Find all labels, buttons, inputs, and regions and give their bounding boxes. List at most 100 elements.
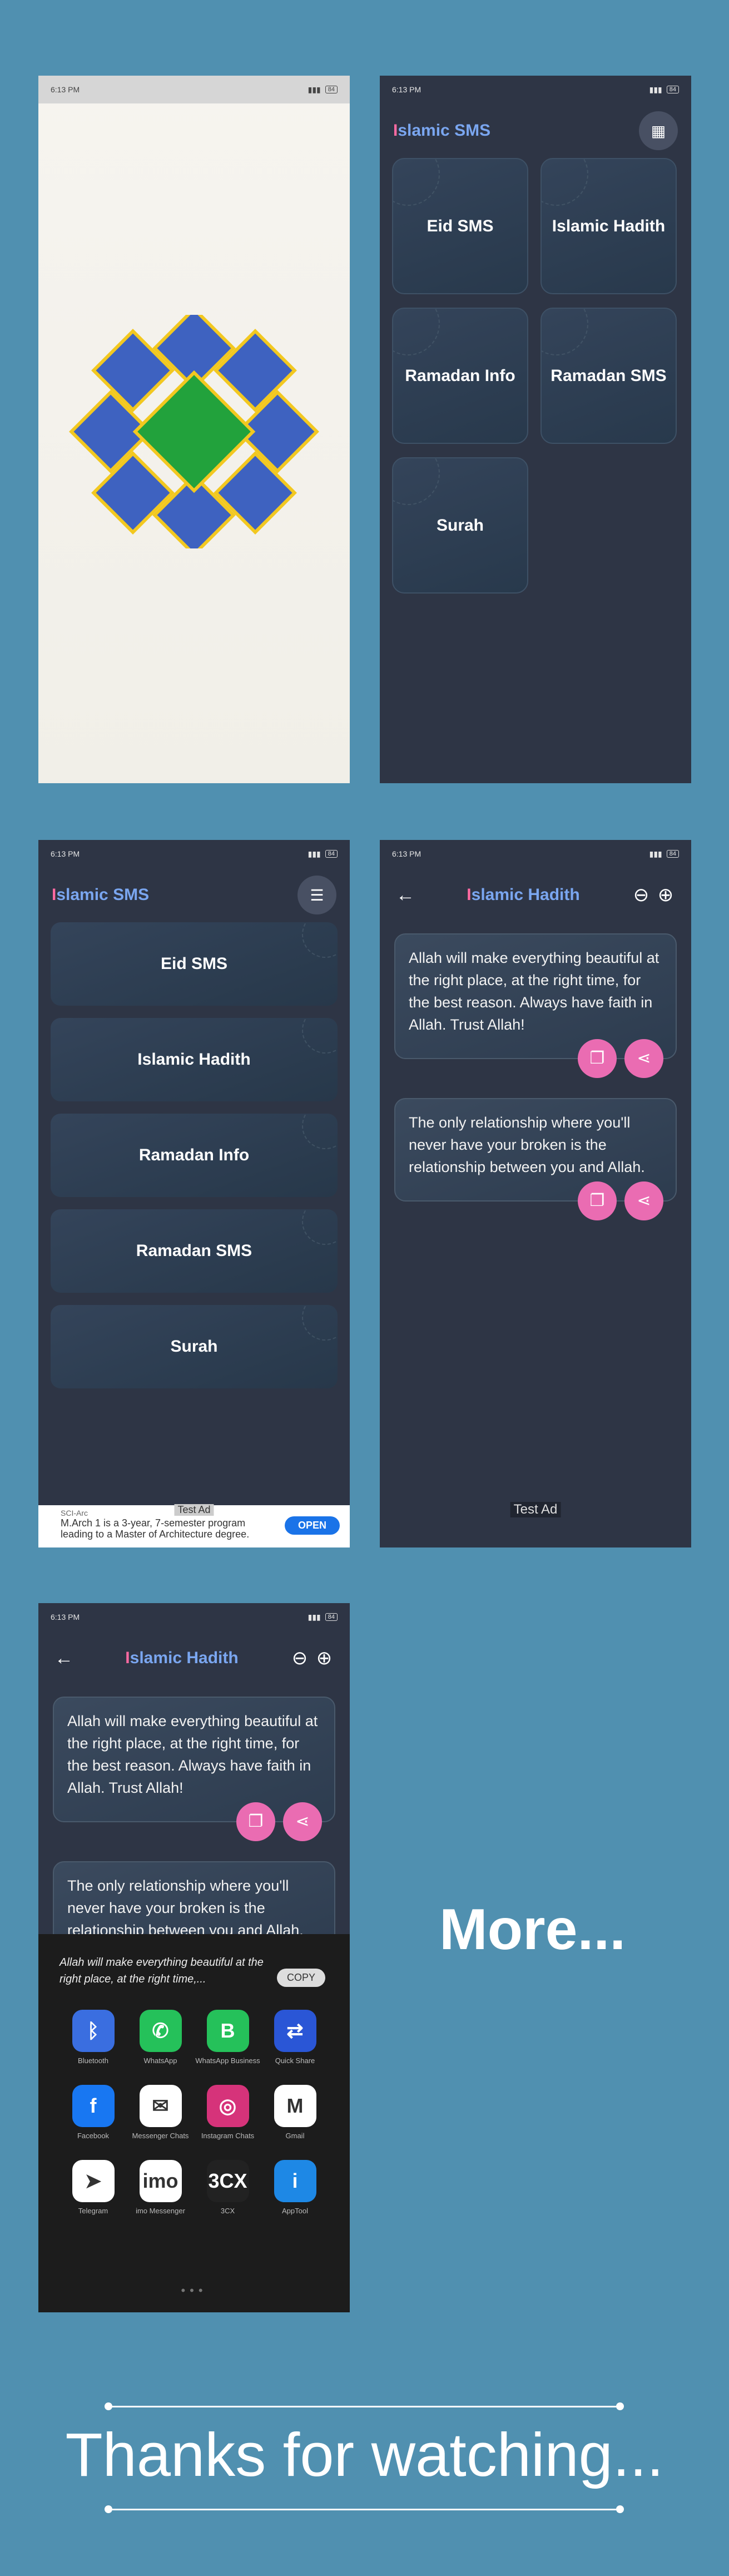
app-icon: M <box>274 2085 316 2127</box>
app-label: Instagram Chats <box>201 2132 255 2140</box>
share-sheet: Allah will make everything beautiful at … <box>38 1934 350 2312</box>
app-label: Gmail <box>285 2132 305 2140</box>
app-label: Telegram <box>78 2207 108 2215</box>
share-target-app[interactable]: ᛒ Bluetooth <box>59 2010 127 2065</box>
battery-level: 84 <box>666 850 679 858</box>
detail-title: Islamic Hadith <box>467 886 580 904</box>
share-icon[interactable]: ⋖ <box>624 1039 663 1078</box>
detail-screen: 6:13 PM ▮▮▮ 84 ← Islamic Hadith ⊖ ⊕ Allah… <box>380 840 691 1547</box>
status-bar: 6:13 PM ▮▮▮ 84 <box>380 76 691 103</box>
status-time: 6:13 PM <box>392 85 421 94</box>
app-icon: ✉ <box>139 2085 182 2127</box>
ad-label: Test Ad <box>510 1502 561 1517</box>
zoom-out-icon[interactable]: ⊖ <box>287 1647 312 1669</box>
app-icon: 3CX <box>206 2160 249 2202</box>
app-icon: f <box>72 2085 115 2127</box>
splash-screen: 6:13 PM ▮▮▮ 84 <box>38 76 350 783</box>
back-arrow-icon[interactable]: ← <box>52 1648 76 1669</box>
app-icon: ✆ <box>139 2010 182 2052</box>
more-caption: More... <box>439 1897 626 1962</box>
status-bar: 6:13 PM ▮▮▮ 84 <box>38 840 350 868</box>
app-icon: i <box>274 2160 316 2202</box>
signal-icon: ▮▮▮ <box>649 849 662 858</box>
share-target-app[interactable]: ⇄ Quick Share <box>261 2010 329 2065</box>
signal-icon: ▮▮▮ <box>308 85 321 94</box>
status-time: 6:13 PM <box>51 849 80 858</box>
home-list-screen: 6:13 PM ▮▮▮ 84 Islamic SMS ☰ Eid SMS Isla… <box>38 840 350 1547</box>
share-target-app[interactable]: f Facebook <box>59 2085 127 2140</box>
app-icon: ᛒ <box>72 2010 115 2052</box>
signal-icon: ▮▮▮ <box>308 849 321 858</box>
thanks-caption: Thanks for watching... <box>65 2421 664 2489</box>
category-tile-ramadan-info[interactable]: Ramadan Info <box>392 308 528 444</box>
copy-icon[interactable]: ❐ <box>578 1039 617 1078</box>
ad-text: M.Arch 1 is a 3-year, 7-semester program… <box>61 1517 250 1540</box>
share-target-app[interactable]: ◎ Instagram Chats <box>194 2085 261 2140</box>
category-row-ramadan-sms[interactable]: Ramadan SMS <box>51 1209 338 1293</box>
category-tile-ramadan-sms[interactable]: Ramadan SMS <box>540 308 677 444</box>
category-row-eid[interactable]: Eid SMS <box>51 922 338 1006</box>
battery-level: 84 <box>325 850 338 858</box>
category-row-hadith[interactable]: Islamic Hadith <box>51 1018 338 1101</box>
ad-banner[interactable]: Test Ad SCI-Arc M.Arch 1 is a 3-year, 7-… <box>38 1504 350 1547</box>
battery-level: 84 <box>325 1613 338 1621</box>
app-label: WhatsApp Business <box>195 2056 260 2065</box>
divider-dot <box>105 2505 112 2513</box>
message-card: Allah will make everything beautiful at … <box>53 1697 335 1841</box>
app-label: Quick Share <box>275 2056 315 2065</box>
share-target-app[interactable]: ➤ Telegram <box>59 2160 127 2215</box>
copy-icon[interactable]: ❐ <box>578 1181 617 1220</box>
category-tile-eid[interactable]: Eid SMS <box>392 158 528 294</box>
message-text: The only relationship where you'll never… <box>67 1877 304 1939</box>
status-bar: 6:13 PM ▮▮▮ 84 <box>380 840 691 868</box>
status-bar: 6:13 PM ▮▮▮ 84 <box>38 1603 350 1631</box>
zoom-out-icon[interactable]: ⊖ <box>629 884 653 906</box>
grid-view-icon[interactable]: ▦ <box>639 111 678 150</box>
share-icon[interactable]: ⋖ <box>624 1181 663 1220</box>
back-arrow-icon[interactable]: ← <box>393 884 418 906</box>
message-text: The only relationship where you'll never… <box>409 1114 645 1175</box>
app-icon: ◎ <box>206 2085 249 2127</box>
share-target-app[interactable]: M Gmail <box>261 2085 329 2140</box>
share-screen: 6:13 PM ▮▮▮ 84 ← Islamic Hadith ⊖ ⊕ Allah… <box>38 1603 350 2312</box>
app-label: Facebook <box>77 2132 110 2140</box>
status-bar: 6:13 PM ▮▮▮ 84 <box>38 76 350 103</box>
app-title: Islamic SMS <box>393 121 491 140</box>
message-card: The only relationship where you'll never… <box>394 1098 677 1220</box>
app-icon: ⇄ <box>274 2010 316 2052</box>
ad-label: Test Ad <box>174 1504 214 1516</box>
message-text: Allah will make everything beautiful at … <box>67 1713 318 1796</box>
divider-bottom <box>108 2509 620 2510</box>
category-tile-surah[interactable]: Surah <box>392 457 528 594</box>
copy-icon[interactable]: ❐ <box>236 1802 275 1841</box>
share-target-app[interactable]: ✉ Messenger Chats <box>127 2085 194 2140</box>
home-grid-screen: 6:13 PM ▮▮▮ 84 Islamic SMS ▦ Eid SMS Isla… <box>380 76 691 783</box>
app-label: WhatsApp <box>143 2056 177 2065</box>
battery-level: 84 <box>325 86 338 93</box>
share-preview: Allah will make everything beautiful at … <box>59 1956 264 1985</box>
zoom-in-icon[interactable]: ⊕ <box>312 1647 336 1669</box>
app-title: Islamic SMS <box>52 886 150 904</box>
share-target-app[interactable]: 3CX 3CX <box>194 2160 261 2215</box>
app-icon: ➤ <box>72 2160 115 2202</box>
divider-dot <box>616 2402 624 2410</box>
ad-open-button[interactable]: OPEN <box>284 1516 340 1535</box>
app-icon: B <box>206 2010 249 2052</box>
share-target-app[interactable]: B WhatsApp Business <box>194 2010 261 2065</box>
zoom-in-icon[interactable]: ⊕ <box>653 884 678 906</box>
share-target-app[interactable]: i AppTool <box>261 2160 329 2215</box>
share-target-app[interactable]: imo imo Messenger <box>127 2160 194 2215</box>
category-row-ramadan-info[interactable]: Ramadan Info <box>51 1114 338 1197</box>
copy-button[interactable]: COPY <box>276 1969 325 1987</box>
detail-title: Islamic Hadith <box>125 1649 239 1667</box>
message-card: Allah will make everything beautiful at … <box>394 933 677 1078</box>
category-tile-hadith[interactable]: Islamic Hadith <box>540 158 677 294</box>
category-row-surah[interactable]: Surah <box>51 1305 338 1388</box>
app-label: Messenger Chats <box>132 2132 189 2140</box>
list-view-icon[interactable]: ☰ <box>297 876 336 914</box>
app-label: AppTool <box>282 2207 308 2215</box>
status-time: 6:13 PM <box>51 1613 80 1621</box>
share-icon[interactable]: ⋖ <box>283 1802 322 1841</box>
share-target-app[interactable]: ✆ WhatsApp <box>127 2010 194 2065</box>
signal-icon: ▮▮▮ <box>308 1612 321 1621</box>
